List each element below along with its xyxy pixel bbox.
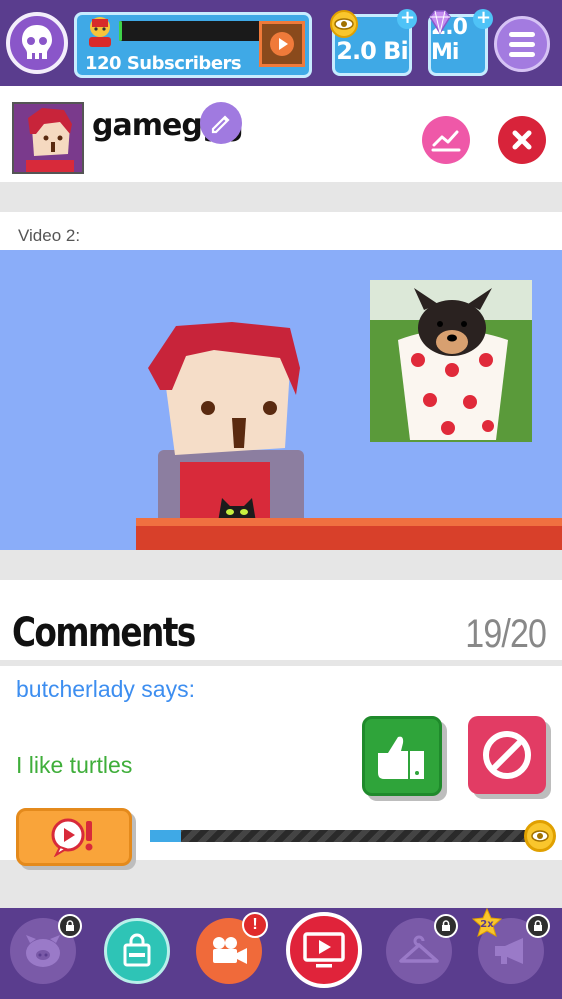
- add-gems-icon[interactable]: +: [473, 9, 493, 29]
- nav-wardrobe-button[interactable]: [386, 914, 458, 984]
- menu-icon: [509, 31, 535, 37]
- skull-button[interactable]: [6, 12, 68, 74]
- menu-button[interactable]: [494, 16, 550, 72]
- top-bar: 120 Subscribers + 2.0 Bi + 2.0 Mi: [0, 0, 562, 86]
- pig-icon: [26, 935, 60, 967]
- eye-coin-icon: [329, 9, 359, 39]
- divider: [0, 660, 562, 666]
- gems-currency-panel[interactable]: + 2.0 Mi: [428, 9, 493, 76]
- prohibited-icon: [483, 731, 531, 779]
- block-button[interactable]: [468, 716, 546, 794]
- comment-progress-row: [0, 800, 562, 866]
- star-badge-icon: 2x: [471, 907, 503, 938]
- channel-profile-row: gameggg: [0, 86, 562, 182]
- eye-coin-icon: [524, 820, 556, 852]
- promote-button[interactable]: [16, 808, 132, 866]
- comments-count: 19/20: [465, 612, 547, 656]
- camera-icon: [213, 937, 247, 964]
- close-icon: [512, 130, 532, 150]
- shopping-bag-icon: [123, 933, 151, 967]
- close-button[interactable]: [498, 116, 546, 164]
- play-icon: [270, 32, 294, 56]
- lock-icon: [434, 914, 458, 938]
- pencil-icon: [211, 115, 230, 134]
- comments-title: Comments: [12, 610, 196, 656]
- chart-trend-icon: [431, 130, 461, 152]
- video-preview: [0, 250, 562, 550]
- play-reward-button[interactable]: [259, 21, 305, 67]
- skull-icon: [22, 25, 52, 59]
- nav-shop-button[interactable]: [104, 918, 170, 984]
- subscribers-count: 120 Subscribers: [85, 53, 242, 74]
- diamond-icon: [425, 9, 455, 39]
- comment-text: I like turtles: [16, 752, 133, 778]
- video-section: Video 2:: [0, 212, 562, 550]
- nav-promote-button[interactable]: 2x: [471, 907, 550, 984]
- nav-video-button[interactable]: [286, 912, 362, 988]
- views-currency-panel[interactable]: + 2.0 Bi: [330, 9, 417, 76]
- nav-pig-button[interactable]: [10, 914, 82, 984]
- views-value: 2.0 Bi: [336, 37, 408, 65]
- avatar[interactable]: [12, 102, 84, 174]
- alert-badge: !: [242, 912, 268, 938]
- comment-progress-track: [150, 830, 540, 842]
- bottom-nav: ! 2x: [0, 907, 562, 999]
- video-label: Video 2:: [18, 226, 81, 245]
- boost-label: 2x: [480, 919, 494, 930]
- like-button[interactable]: [362, 716, 442, 796]
- subscribers-panel[interactable]: 120 Subscribers: [74, 12, 312, 78]
- megaphone-icon: [495, 938, 523, 964]
- commenter-name: butcherlady says:: [16, 676, 195, 702]
- lock-icon: [526, 914, 550, 938]
- lock-icon: [58, 914, 82, 938]
- subscriber-progress-bar: [119, 21, 261, 41]
- stats-button[interactable]: [422, 116, 470, 164]
- thumbs-up-icon: [378, 736, 424, 779]
- play-alert-icon: [51, 818, 93, 857]
- play-video-icon: [303, 932, 345, 968]
- nav-camera-button[interactable]: !: [196, 912, 268, 984]
- subscriber-icon: [83, 15, 117, 47]
- edit-name-button[interactable]: [200, 102, 242, 144]
- add-views-icon[interactable]: +: [397, 9, 417, 29]
- hanger-icon: [399, 935, 439, 963]
